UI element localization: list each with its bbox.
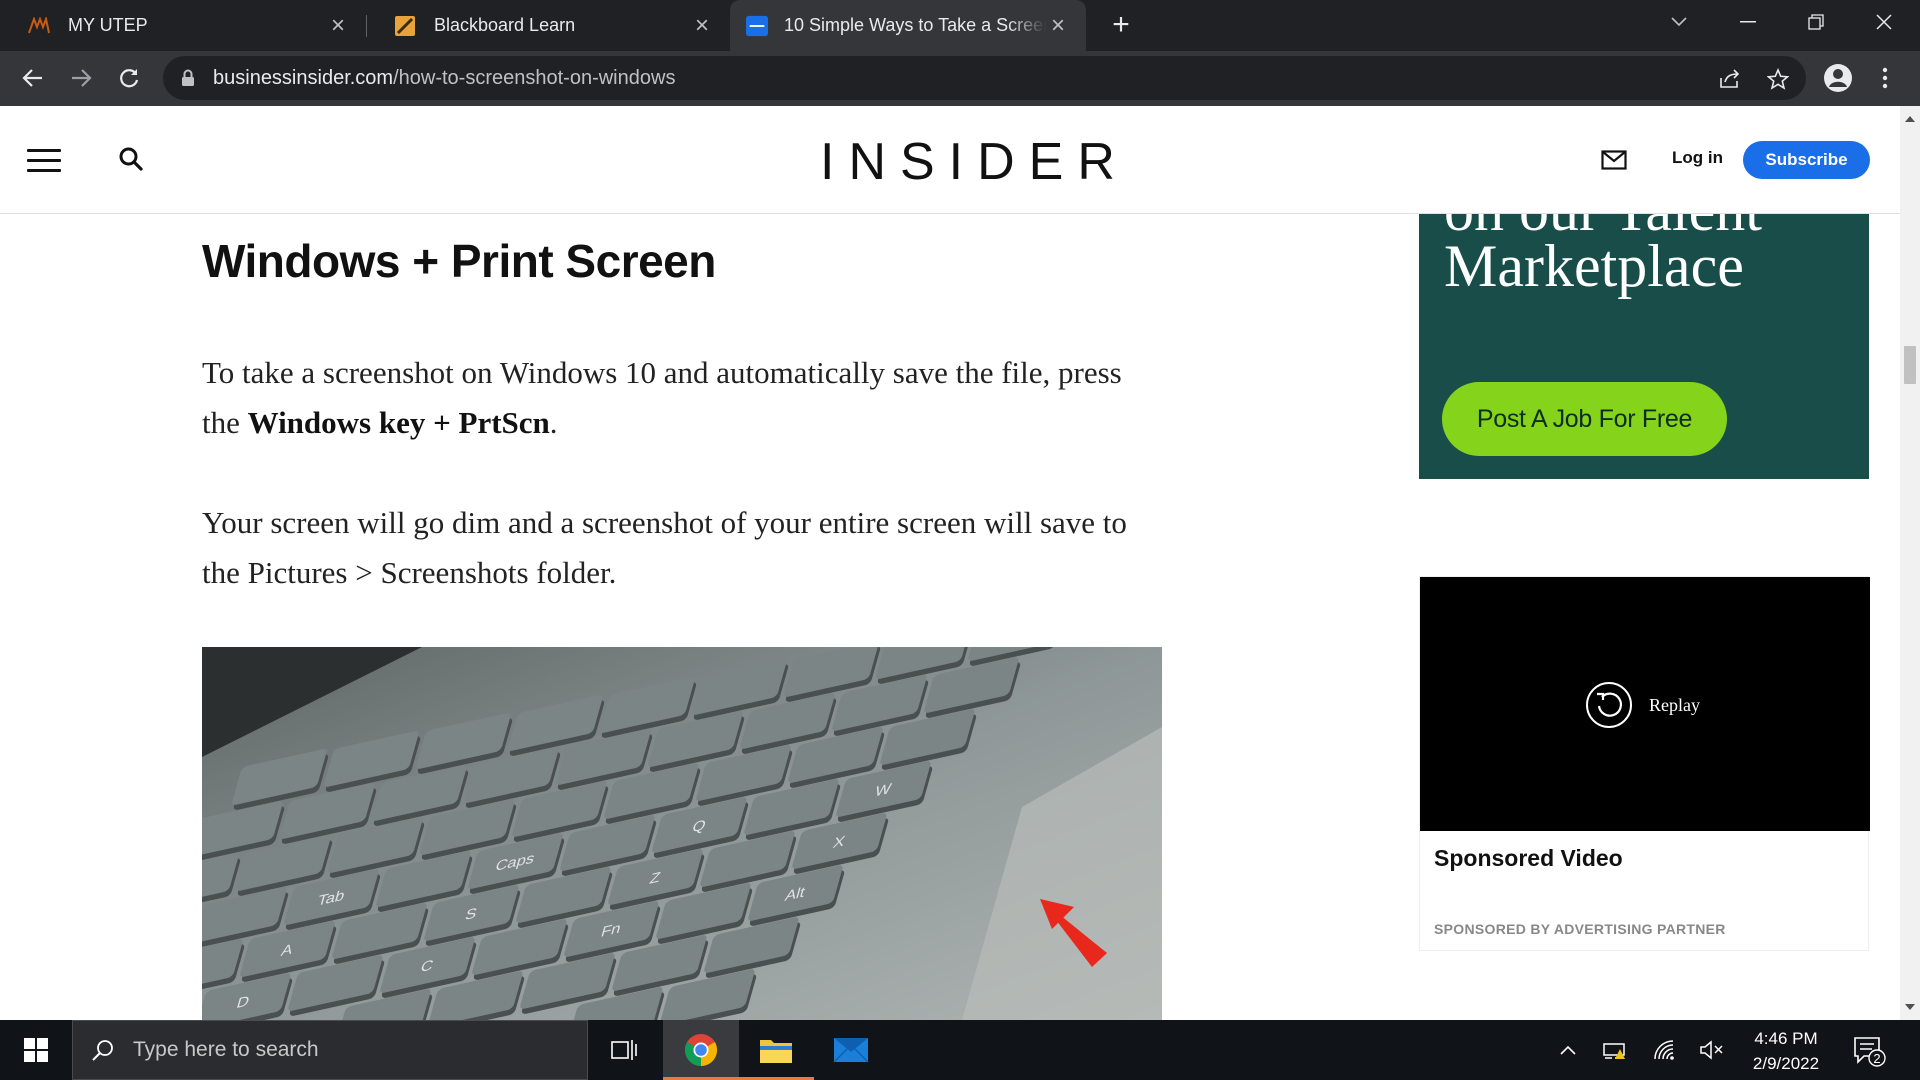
login-link[interactable]: Log in	[1672, 148, 1723, 168]
mail-app-icon[interactable]	[813, 1020, 889, 1080]
profile-avatar-icon[interactable]	[1817, 57, 1859, 99]
show-hidden-icons-icon[interactable]	[1554, 1036, 1582, 1064]
sponsored-video-title[interactable]: Sponsored Video	[1434, 845, 1623, 872]
blackboard-icon	[394, 15, 416, 37]
url-text[interactable]: businessinsider.com/how-to-screenshot-on…	[213, 67, 675, 90]
tab-insider-article[interactable]: 10 Simple Ways to Take a Screenshot ×	[730, 0, 1086, 51]
volume-muted-icon[interactable]	[1698, 1036, 1726, 1064]
lock-icon[interactable]	[181, 69, 195, 92]
tab-title: Blackboard Learn	[434, 15, 576, 35]
close-tab-icon[interactable]: ×	[326, 13, 350, 38]
utep-logo-icon	[28, 15, 50, 37]
task-view-icon[interactable]	[586, 1020, 662, 1080]
tab-title: MY UTEP	[68, 15, 148, 35]
reload-icon[interactable]	[108, 57, 150, 99]
subscribe-button[interactable]: Subscribe	[1743, 141, 1870, 179]
section-heading: Windows + Print Screen	[202, 235, 716, 287]
file-explorer-icon[interactable]	[738, 1020, 814, 1080]
new-tab-button[interactable]: +	[1103, 10, 1139, 42]
paragraph-result: Your screen will go dim and a screenshot…	[202, 505, 1127, 590]
scrollbar-thumb[interactable]	[1904, 346, 1916, 384]
system-clock[interactable]: 4:46 PM 2/9/2022	[1730, 1026, 1842, 1076]
scroll-down-icon[interactable]	[1905, 1004, 1915, 1010]
replay-icon	[1586, 682, 1632, 728]
clock-time: 4:46 PM	[1754, 1029, 1818, 1048]
article-body: Windows + Print Screen To take a screens…	[202, 106, 1162, 1020]
tab-search-icon[interactable]	[1651, 0, 1707, 44]
scroll-up-icon[interactable]	[1905, 116, 1915, 122]
paragraph-text: .	[549, 405, 558, 440]
wifi-icon[interactable]	[1651, 1036, 1679, 1064]
search-icon[interactable]	[118, 146, 144, 177]
replay-label: Replay	[1649, 694, 1700, 715]
restore-icon[interactable]	[1788, 0, 1844, 44]
windows-taskbar: Type here to search 4:46 PM 2/9/2022 2	[0, 1020, 1920, 1080]
tab-my-utep[interactable]: MY UTEP ×	[0, 0, 366, 51]
tab-title: 10 Simple Ways to Take a Screenshot	[784, 15, 1046, 35]
ad-headline-line2: Marketplace	[1444, 233, 1744, 299]
tab-blackboard[interactable]: Blackboard Learn ×	[366, 0, 730, 51]
search-icon	[91, 1038, 115, 1062]
newsletter-mail-icon[interactable]	[1601, 150, 1627, 175]
talent-marketplace-ad[interactable]: on our Talent Marketplace Post A Job For…	[1419, 214, 1869, 479]
browser-toolbar: businessinsider.com/how-to-screenshot-on…	[0, 51, 1920, 106]
post-job-button[interactable]: Post A Job For Free	[1442, 382, 1727, 456]
sponsor-label: SPONSORED BY ADVERTISING PARTNER	[1434, 921, 1726, 937]
replay-button[interactable]: Replay	[1586, 682, 1700, 728]
battery-warning-icon[interactable]	[1602, 1036, 1630, 1064]
video-player[interactable]: Replay	[1420, 577, 1870, 831]
url-path: /how-to-screenshot-on-windows	[393, 67, 676, 89]
close-tab-icon[interactable]: ×	[690, 13, 714, 38]
back-icon[interactable]	[12, 57, 54, 99]
notification-center-icon[interactable]: 2	[1852, 1034, 1886, 1073]
keyboard-photo: Tab Caps Q W A S Z X D C Fn Alt	[202, 647, 1162, 1020]
notification-count: 2	[1873, 1051, 1880, 1066]
search-placeholder: Type here to search	[133, 1038, 319, 1061]
chrome-taskbar-icon[interactable]	[663, 1020, 739, 1080]
paragraph-instructions: To take a screenshot on Windows 10 and a…	[202, 348, 1162, 448]
web-page: INSIDER Log in Subscribe Windows + Print…	[0, 106, 1900, 1020]
url-domain: businessinsider.com	[213, 67, 394, 89]
bookmark-star-icon[interactable]	[1765, 66, 1791, 92]
page-scrollbar[interactable]	[1900, 106, 1920, 1020]
insider-favicon	[746, 15, 768, 37]
taskbar-search-box[interactable]: Type here to search	[72, 1020, 588, 1080]
clock-date: 2/9/2022	[1752, 1054, 1820, 1073]
close-window-icon[interactable]	[1856, 0, 1912, 44]
address-bar[interactable]: businessinsider.com/how-to-screenshot-on…	[163, 56, 1806, 100]
sponsored-video-card: Replay Sponsored Video SPONSORED BY ADVE…	[1419, 576, 1870, 951]
site-header: INSIDER Log in Subscribe	[0, 106, 1900, 214]
tab-strip: MY UTEP × Blackboard Learn × 10 Simple W…	[0, 0, 1920, 51]
menu-icon[interactable]	[27, 149, 61, 173]
share-icon[interactable]	[1717, 66, 1743, 92]
forward-icon[interactable]	[60, 57, 102, 99]
shortcut-text: Windows key + PrtScn	[247, 405, 550, 440]
minimize-icon[interactable]	[1720, 0, 1776, 44]
insider-logo[interactable]: INSIDER	[820, 132, 1129, 192]
windows-start-icon[interactable]	[0, 1020, 72, 1080]
close-tab-icon[interactable]: ×	[1046, 13, 1070, 38]
browser-menu-icon[interactable]	[1864, 57, 1906, 99]
